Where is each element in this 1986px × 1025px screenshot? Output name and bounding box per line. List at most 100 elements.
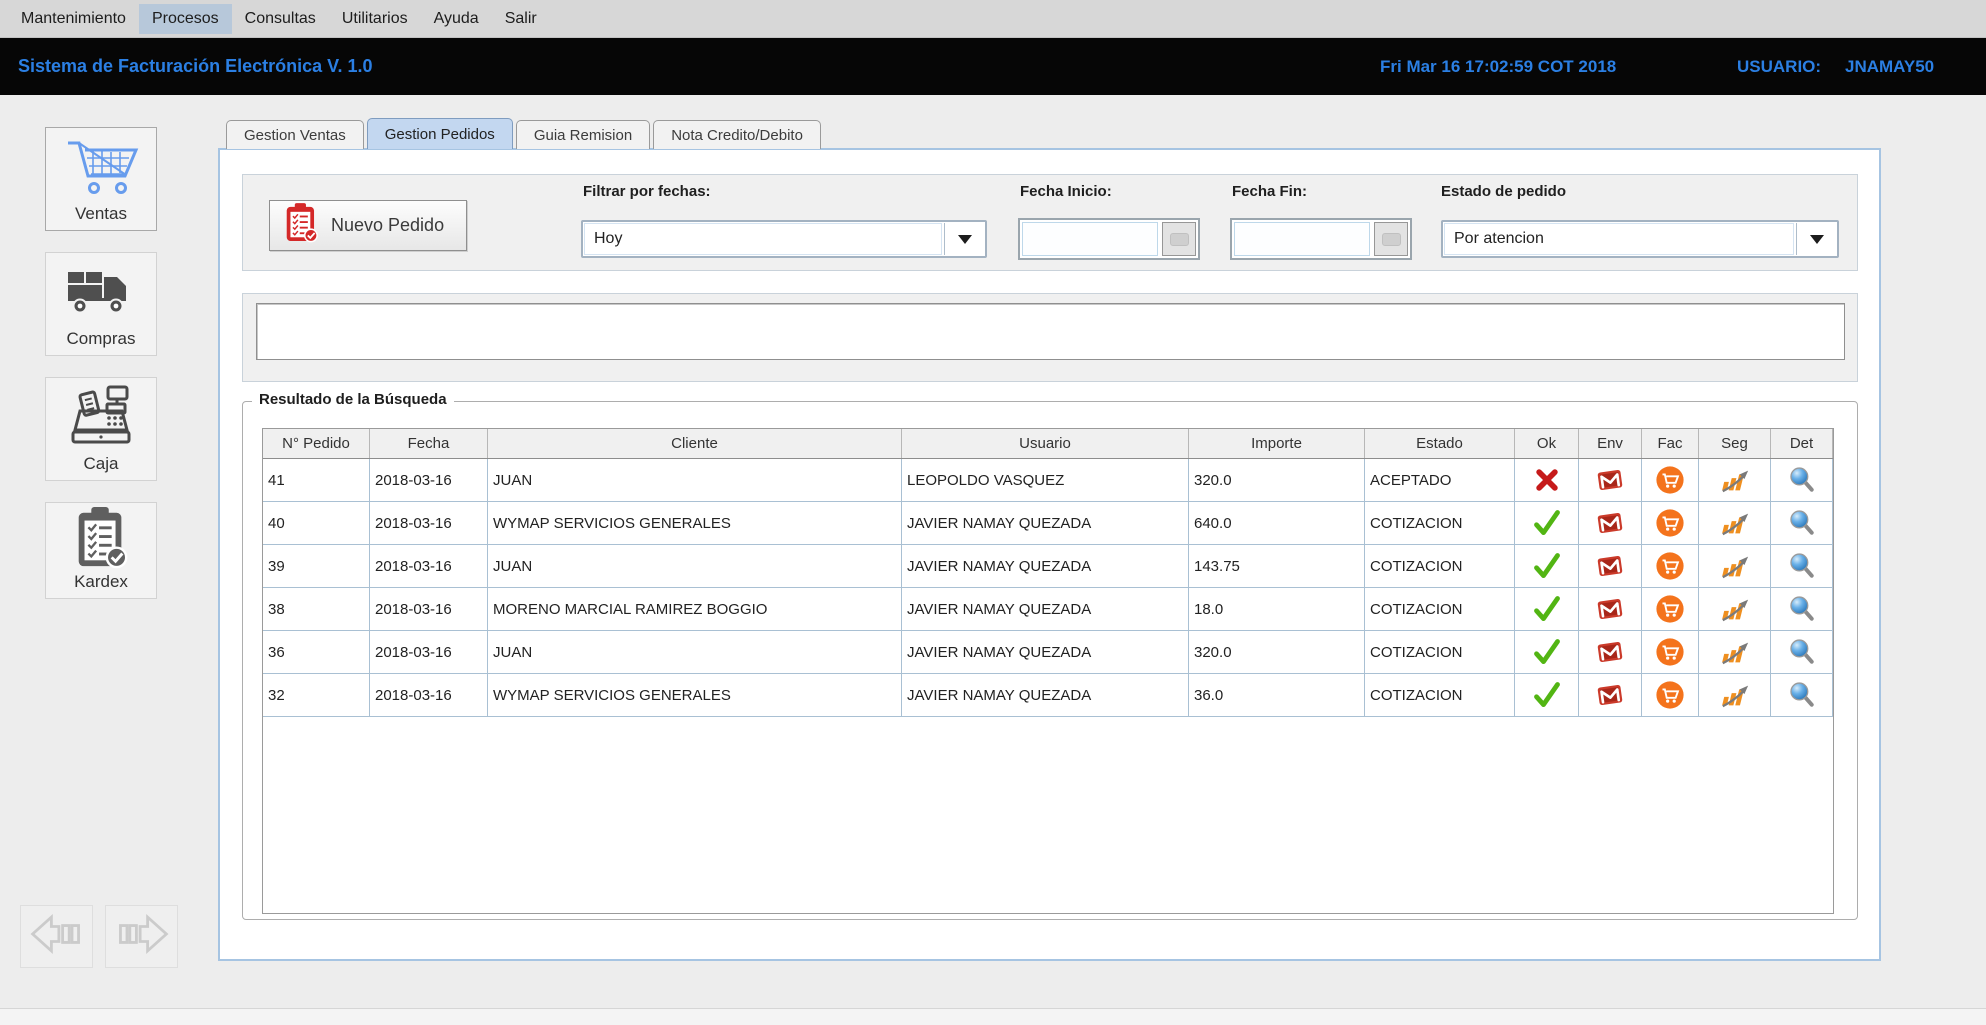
sidebar-button-compras[interactable]: Compras — [45, 252, 157, 356]
order-state-combobox[interactable]: Por atencion — [1441, 220, 1839, 258]
cell-fac[interactable] — [1642, 502, 1699, 544]
cell-env[interactable] — [1579, 502, 1642, 544]
sidebar-button-ventas[interactable]: Ventas — [45, 127, 157, 231]
start-date-input[interactable] — [1022, 222, 1158, 256]
new-order-button[interactable]: Nuevo Pedido — [269, 200, 467, 251]
cell-pedido: 36 — [263, 631, 370, 673]
column-header-env[interactable]: Env — [1579, 429, 1642, 458]
cell-seg[interactable] — [1699, 674, 1771, 716]
cell-cliente: MORENO MARCIAL RAMIREZ BOGGIO — [488, 588, 902, 630]
clipboard-check-red-icon — [283, 202, 319, 249]
cell-det[interactable] — [1771, 631, 1833, 673]
column-header-fecha[interactable]: Fecha — [370, 429, 488, 458]
calendar-icon[interactable] — [1162, 222, 1196, 256]
end-date-label: Fecha Fin: — [1232, 183, 1307, 200]
menu-item-salir[interactable]: Salir — [492, 4, 550, 34]
message-textbox[interactable] — [256, 303, 1845, 360]
cell-usuario: JAVIER NAMAY QUEZADA — [902, 674, 1189, 716]
column-header-cliente[interactable]: Cliente — [488, 429, 902, 458]
menu-item-procesos[interactable]: Procesos — [139, 4, 232, 34]
cell-seg[interactable] — [1699, 459, 1771, 501]
sidebar-button-kardex[interactable]: Kardex — [45, 502, 157, 599]
column-header-importe[interactable]: Importe — [1189, 429, 1365, 458]
table-row[interactable]: 32 2018-03-16 WYMAP SERVICIOS GENERALES … — [263, 674, 1833, 717]
stats-icon — [1717, 508, 1753, 538]
tab-nota-credito-debito[interactable]: Nota Credito/Debito — [653, 120, 821, 149]
cell-env[interactable] — [1579, 459, 1642, 501]
column-header-seg[interactable]: Seg — [1699, 429, 1771, 458]
cart-circle-icon — [1655, 508, 1685, 538]
column-header-usuario[interactable]: Usuario — [902, 429, 1189, 458]
cell-cliente: WYMAP SERVICIOS GENERALES — [488, 674, 902, 716]
menu-item-mantenimiento[interactable]: Mantenimiento — [8, 4, 139, 34]
table-row[interactable]: 39 2018-03-16 JUAN JAVIER NAMAY QUEZADA … — [263, 545, 1833, 588]
cell-env[interactable] — [1579, 631, 1642, 673]
cell-estado: COTIZACION — [1365, 588, 1515, 630]
tab-gestion-pedidos[interactable]: Gestion Pedidos — [367, 118, 513, 149]
cell-env[interactable] — [1579, 588, 1642, 630]
date-filter-combobox[interactable]: Hoy — [581, 220, 987, 258]
cell-env[interactable] — [1579, 674, 1642, 716]
cell-fac[interactable] — [1642, 459, 1699, 501]
cell-fac[interactable] — [1642, 674, 1699, 716]
cell-ok[interactable] — [1515, 588, 1579, 630]
cell-fac[interactable] — [1642, 545, 1699, 587]
cell-seg[interactable] — [1699, 631, 1771, 673]
cell-ok[interactable] — [1515, 674, 1579, 716]
mail-icon — [1595, 680, 1625, 710]
chevron-down-icon[interactable] — [944, 223, 984, 255]
results-scrollpane[interactable]: N° Pedido Fecha Cliente Usuario Importe … — [262, 428, 1834, 914]
cell-seg[interactable] — [1699, 502, 1771, 544]
tab-gestion-ventas[interactable]: Gestion Ventas — [226, 120, 364, 149]
table-row[interactable]: 36 2018-03-16 JUAN JAVIER NAMAY QUEZADA … — [263, 631, 1833, 674]
menu-item-ayuda[interactable]: Ayuda — [421, 4, 492, 34]
column-header-ok[interactable]: Ok — [1515, 429, 1579, 458]
red-x-icon — [1533, 466, 1561, 494]
table-row[interactable]: 38 2018-03-16 MORENO MARCIAL RAMIREZ BOG… — [263, 588, 1833, 631]
chevron-down-icon[interactable] — [1796, 223, 1836, 255]
cell-ok[interactable] — [1515, 459, 1579, 501]
stats-icon — [1717, 551, 1753, 581]
cell-importe: 36.0 — [1189, 674, 1365, 716]
tab-guia-remision[interactable]: Guia Remision — [516, 120, 650, 149]
clipboard-check-icon — [72, 503, 130, 572]
datetime-label: Fri Mar 16 17:02:59 COT 2018 — [1380, 38, 1616, 95]
shopping-cart-icon — [63, 128, 139, 204]
column-header-fac[interactable]: Fac — [1642, 429, 1699, 458]
table-row[interactable]: 40 2018-03-16 WYMAP SERVICIOS GENERALES … — [263, 502, 1833, 545]
cell-seg[interactable] — [1699, 545, 1771, 587]
cell-env[interactable] — [1579, 545, 1642, 587]
cell-fac[interactable] — [1642, 631, 1699, 673]
cell-usuario: LEOPOLDO VASQUEZ — [902, 459, 1189, 501]
cell-seg[interactable] — [1699, 588, 1771, 630]
cell-det[interactable] — [1771, 545, 1833, 587]
column-header-estado[interactable]: Estado — [1365, 429, 1515, 458]
nav-forward-button[interactable] — [105, 905, 178, 968]
cell-ok[interactable] — [1515, 631, 1579, 673]
cell-det[interactable] — [1771, 674, 1833, 716]
menu-item-consultas[interactable]: Consultas — [232, 4, 329, 34]
cell-ok[interactable] — [1515, 545, 1579, 587]
end-date-input[interactable] — [1234, 222, 1370, 256]
forward-arrow-icon — [112, 911, 172, 962]
sidebar-button-caja[interactable]: Caja — [45, 377, 157, 481]
mail-icon — [1595, 637, 1625, 667]
cell-pedido: 40 — [263, 502, 370, 544]
cell-det[interactable] — [1771, 588, 1833, 630]
cell-usuario: JAVIER NAMAY QUEZADA — [902, 631, 1189, 673]
calendar-icon[interactable] — [1374, 222, 1408, 256]
column-header-pedido[interactable]: N° Pedido — [263, 429, 370, 458]
cell-fac[interactable] — [1642, 588, 1699, 630]
delivery-truck-icon — [65, 253, 137, 329]
cell-ok[interactable] — [1515, 502, 1579, 544]
nav-back-button[interactable] — [20, 905, 93, 968]
cell-det[interactable] — [1771, 459, 1833, 501]
table-row[interactable]: 41 2018-03-16 JUAN LEOPOLDO VASQUEZ 320.… — [263, 459, 1833, 502]
cell-importe: 18.0 — [1189, 588, 1365, 630]
cell-fecha: 2018-03-16 — [370, 459, 488, 501]
column-header-det[interactable]: Det — [1771, 429, 1833, 458]
end-date-field[interactable] — [1230, 218, 1412, 260]
start-date-field[interactable] — [1018, 218, 1200, 260]
menu-item-utilitarios[interactable]: Utilitarios — [329, 4, 421, 34]
cell-det[interactable] — [1771, 502, 1833, 544]
